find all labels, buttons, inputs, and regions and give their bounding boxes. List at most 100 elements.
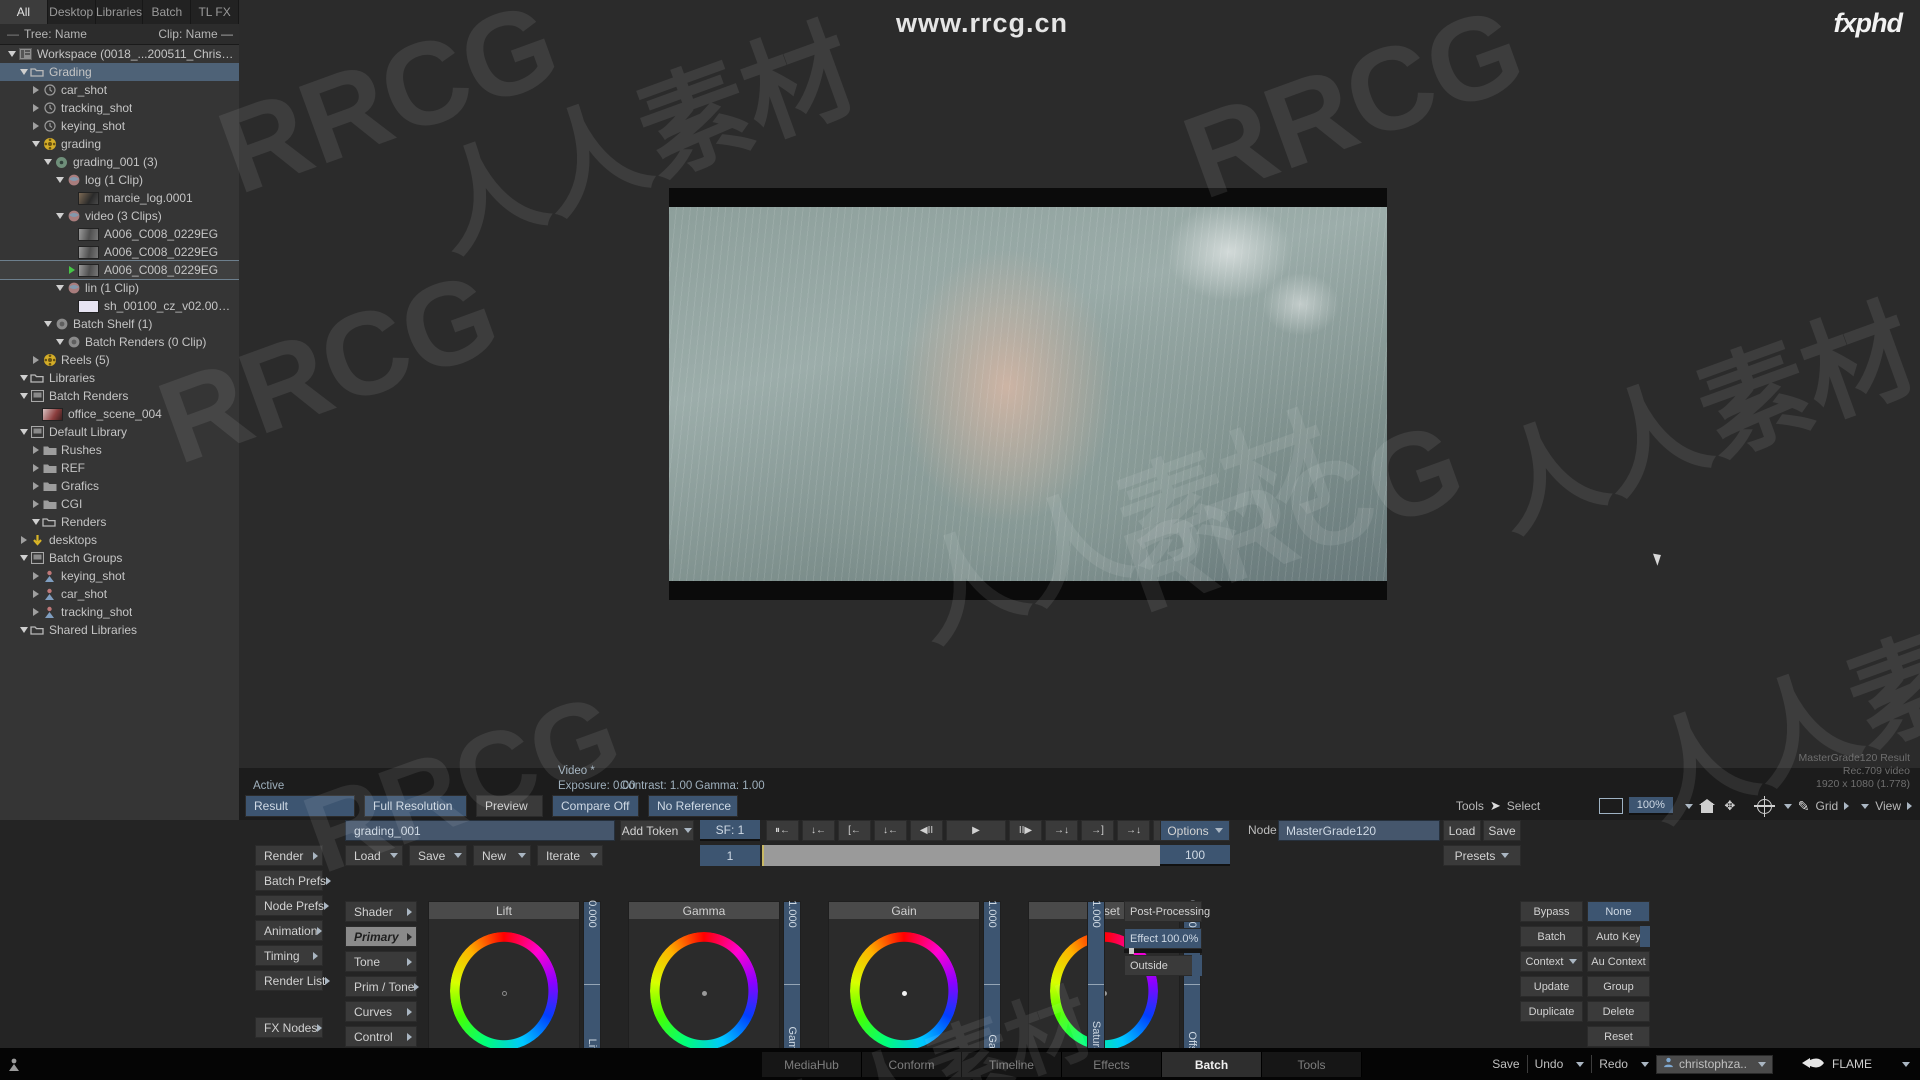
tree-item[interactable]: A006_C008_0229EG: [0, 243, 239, 261]
home-icon[interactable]: [1698, 799, 1715, 813]
outside-toggle[interactable]: [1192, 955, 1202, 976]
result-bar-full-resolution[interactable]: Full Resolution: [364, 795, 467, 817]
undo-dropdown-caret[interactable]: [1576, 1061, 1585, 1067]
transport-button-0[interactable]: ⏸←: [766, 820, 799, 841]
eyedropper-icon[interactable]: ✎: [1798, 798, 1810, 815]
twisty-right-icon[interactable]: [30, 608, 42, 616]
top-tab-libraries[interactable]: Libraries: [96, 0, 144, 24]
right-button-group[interactable]: Group: [1587, 976, 1650, 997]
effect-amount-slider[interactable]: [1124, 948, 1202, 954]
redo-dropdown-caret[interactable]: [1640, 1061, 1649, 1067]
right-button-bypass[interactable]: Bypass: [1520, 901, 1583, 922]
tree-item[interactable]: A006_C008_0229EG: [0, 260, 239, 280]
tree-item[interactable]: car_shot: [0, 81, 239, 99]
twisty-right-icon[interactable]: [30, 572, 42, 580]
gamma-slider[interactable]: 1.000 Gamma: [783, 900, 801, 1066]
tree-item[interactable]: log (1 Clip): [0, 171, 239, 189]
post-button-effect-100-0-[interactable]: Effect 100.0%: [1124, 928, 1202, 949]
file-button-load[interactable]: Load: [345, 845, 403, 866]
twisty-right-icon[interactable]: [30, 356, 42, 364]
node-name-field[interactable]: MasterGrade120: [1278, 820, 1440, 841]
twisty-right-icon[interactable]: [30, 464, 42, 472]
transport-button-8[interactable]: →]: [1081, 820, 1114, 841]
result-bar-preview[interactable]: Preview: [476, 795, 543, 817]
bottom-tab-tools[interactable]: Tools: [1262, 1052, 1362, 1077]
sf-field[interactable]: SF: 1: [700, 820, 760, 841]
gain-slider[interactable]: 1.000 Gain: [983, 900, 1001, 1059]
left-button-render-list[interactable]: Render List: [255, 970, 331, 991]
save-button[interactable]: Save: [1492, 1057, 1519, 1071]
twisty-right-icon[interactable]: [30, 122, 42, 130]
twisty-down-icon[interactable]: [30, 519, 42, 525]
post-button-outside[interactable]: Outside: [1124, 955, 1202, 976]
timeline-bar[interactable]: [762, 845, 1160, 866]
tree-item[interactable]: Batch Renders: [0, 387, 239, 405]
grade-active-label[interactable]: Active: [253, 780, 284, 792]
post-button-post-processing[interactable]: Post-Processing: [1124, 901, 1210, 922]
tree-item[interactable]: tracking_shot: [0, 99, 239, 117]
tree-item[interactable]: Reels (5): [0, 351, 239, 369]
twisty-right-icon[interactable]: [30, 104, 42, 112]
tree-item[interactable]: Batch Groups: [0, 549, 239, 567]
tree-item[interactable]: Rushes: [0, 441, 239, 459]
twisty-right-icon[interactable]: [30, 482, 42, 490]
right-button-au-context[interactable]: Au Context: [1587, 951, 1650, 972]
tree-item[interactable]: grading_001 (3): [0, 153, 239, 171]
tree-item[interactable]: A006_C008_0229EG: [0, 225, 239, 243]
color-wheel-handle[interactable]: [901, 991, 907, 996]
play-indicator-icon[interactable]: [66, 266, 78, 274]
bottom-tab-timeline[interactable]: Timeline: [962, 1052, 1062, 1077]
effect-slider-handle[interactable]: [1129, 948, 1134, 954]
tree-item[interactable]: lin (1 Clip): [0, 279, 239, 297]
video-preview[interactable]: [669, 188, 1387, 600]
target-dropdown-caret[interactable]: [1783, 803, 1792, 809]
tree-item[interactable]: Shared Libraries: [0, 621, 239, 639]
transport-button-2[interactable]: [←: [838, 820, 871, 841]
color-wheel-handle[interactable]: [501, 991, 507, 996]
transport-button-1[interactable]: ↓←: [802, 820, 835, 841]
view-arrow-icon[interactable]: [1907, 802, 1912, 810]
undo-button[interactable]: Undo: [1535, 1057, 1564, 1071]
left-button-animation[interactable]: Animation: [255, 920, 323, 941]
tree-item[interactable]: office_scene_004: [0, 405, 239, 423]
twisty-down-icon[interactable]: [54, 177, 66, 183]
transport-button-3[interactable]: ↓←: [874, 820, 907, 841]
color-wheel-gain[interactable]: Gain: [828, 901, 980, 1059]
grid-dropdown-caret[interactable]: [1861, 803, 1870, 809]
bottom-tab-batch[interactable]: Batch: [1162, 1052, 1262, 1077]
clip-name-header[interactable]: Clip: Name —: [158, 27, 233, 41]
result-bar-result[interactable]: Result: [245, 795, 355, 817]
viewer-area[interactable]: [239, 0, 1920, 768]
tree-item[interactable]: desktops: [0, 531, 239, 549]
transport-button-4[interactable]: ◀II: [910, 820, 943, 841]
bottom-tab-effects[interactable]: Effects: [1062, 1052, 1162, 1077]
twisty-down-icon[interactable]: [18, 69, 30, 75]
user-chip[interactable]: christophza..: [1655, 1054, 1773, 1074]
left-button-batch-prefs[interactable]: Batch Prefs: [255, 870, 332, 891]
tree-item[interactable]: car_shot: [0, 585, 239, 603]
right-button-duplicate[interactable]: Duplicate: [1520, 1001, 1583, 1022]
mode-button-primary[interactable]: Primary: [345, 926, 417, 947]
bottom-tab-mediahub[interactable]: MediaHub: [762, 1052, 862, 1077]
twisty-down-icon[interactable]: [18, 393, 30, 399]
mode-button-tone[interactable]: Tone: [345, 951, 417, 972]
tree-item[interactable]: Grafics: [0, 477, 239, 495]
transport-button-7[interactable]: →↓: [1045, 820, 1078, 841]
right-button-context[interactable]: Context: [1520, 951, 1583, 972]
twisty-down-icon[interactable]: [18, 429, 30, 435]
twisty-down-icon[interactable]: [18, 375, 30, 381]
bottom-tabs[interactable]: MediaHub Conform Timeline Effects Batch Tools: [762, 1052, 1362, 1077]
result-bar-compare-off[interactable]: Compare Off: [552, 795, 639, 817]
file-button-row[interactable]: Load Save New Iterate: [345, 845, 603, 866]
bottom-tab-conform[interactable]: Conform: [862, 1052, 962, 1077]
color-wheel-gamma[interactable]: Gamma: [628, 901, 780, 1059]
zoom-dropdown-caret[interactable]: [1684, 803, 1693, 809]
right-button-reset[interactable]: Reset: [1587, 1026, 1650, 1047]
tree-item[interactable]: Libraries: [0, 369, 239, 387]
node-save-button[interactable]: Save: [1483, 820, 1521, 841]
color-wheel-lift[interactable]: Lift: [428, 901, 580, 1059]
tree-item[interactable]: Default Library: [0, 423, 239, 441]
tree-item[interactable]: keying_shot: [0, 117, 239, 135]
twisty-right-icon[interactable]: [30, 500, 42, 508]
file-button-iterate[interactable]: Iterate: [537, 845, 603, 866]
